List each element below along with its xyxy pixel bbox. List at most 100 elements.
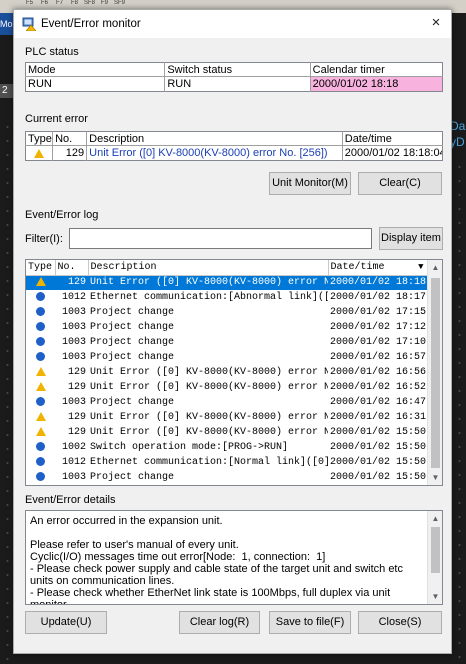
- warning-icon: [35, 381, 46, 391]
- log-row[interactable]: 1012 Ethernet communication:[Normal link]…: [26, 455, 428, 470]
- log-type-cell: [26, 425, 55, 440]
- unit-monitor-button[interactable]: Unit Monitor(M): [269, 172, 351, 195]
- scroll-up-icon[interactable]: ▲: [428, 511, 442, 526]
- filter-input[interactable]: [69, 228, 372, 249]
- log-row[interactable]: 129 Unit Error ([0] KV-8000(KV-8000) erro…: [26, 410, 428, 425]
- clear-button[interactable]: Clear(C): [358, 172, 442, 195]
- event-details-box[interactable]: An error occurred in the expansion unit.…: [25, 510, 443, 605]
- info-icon: [36, 336, 45, 346]
- column-header-switch-status: Switch status: [164, 62, 311, 77]
- fkey-label: F7: [55, 0, 63, 6]
- sort-descending-icon: ▼: [418, 262, 424, 272]
- details-vertical-scrollbar[interactable]: ▲ ▼: [427, 511, 442, 604]
- function-key-strip: F5 F6 F7 F8 SF8 F9 SF9: [22, 0, 127, 6]
- log-row[interactable]: 1012 Ethernet communication:[Abnormal lin…: [26, 290, 428, 305]
- type-cell: [25, 145, 54, 161]
- log-row[interactable]: 1003 Project change 2000/01/02 17:15: [26, 305, 428, 320]
- log-type-cell: [26, 365, 55, 380]
- log-row[interactable]: 129 Unit Error ([0] KV-8000(KV-8000) erro…: [26, 380, 428, 395]
- fkey-label: F6: [40, 0, 48, 6]
- dialog-title: Event/Error monitor: [41, 18, 141, 30]
- log-row[interactable]: 1002 Switch operation mode:[PROG->RUN] 200…: [26, 440, 428, 455]
- log-type-cell: [26, 470, 55, 485]
- current-error-label: Current error: [25, 113, 88, 125]
- event-log-label: Event/Error log: [25, 209, 99, 221]
- save-to-file-button[interactable]: Save to file(F): [269, 611, 351, 634]
- log-description: Unit Error ([0] KV-8000(KV-8000) error N: [90, 412, 328, 423]
- scroll-down-icon[interactable]: ▼: [428, 589, 442, 604]
- log-number: 1003: [61, 307, 86, 318]
- log-row[interactable]: 1003 Project change 2000/01/02 15:50: [26, 470, 428, 485]
- log-number: 1003: [61, 397, 86, 408]
- info-icon: [36, 471, 45, 481]
- log-number: 129: [67, 412, 86, 423]
- log-row[interactable]: 1003 Project change 2000/01/02 16:47: [26, 395, 428, 410]
- background-number: 2: [0, 84, 13, 98]
- fkey-label: SF9: [113, 0, 125, 6]
- log-number: 1003: [61, 472, 86, 483]
- log-column-header-datetime[interactable]: Date/time ▼: [328, 260, 428, 276]
- log-row[interactable]: 129 Unit Error ([0] KV-8000(KV-8000) erro…: [26, 365, 428, 380]
- current-error-row[interactable]: 129 Unit Error ([0] KV-8000(KV-8000) err…: [25, 145, 443, 161]
- log-column-header-type[interactable]: Type: [26, 260, 56, 276]
- error-number: 129: [52, 145, 88, 161]
- log-vertical-scrollbar[interactable]: ▲ ▼: [427, 260, 442, 485]
- log-row[interactable]: 129 Unit Error ([0] KV-8000(KV-8000) erro…: [26, 275, 428, 290]
- mode-value: RUN: [25, 76, 166, 92]
- update-button[interactable]: Update(U): [25, 611, 107, 634]
- log-type-cell: [26, 335, 55, 350]
- details-text: An error occurred in the expansion unit.…: [30, 515, 403, 605]
- info-icon: [36, 351, 45, 361]
- log-number: 129: [55, 275, 88, 290]
- log-type-cell: [26, 275, 55, 290]
- column-header-type: Type: [25, 131, 54, 146]
- log-description: Project change: [90, 397, 175, 408]
- log-row[interactable]: 1003 Project change 2000/01/02 17:10: [26, 335, 428, 350]
- log-row[interactable]: 1003 Project change 2000/01/02 16:57: [26, 350, 428, 365]
- log-type-cell: [26, 320, 55, 335]
- scroll-up-icon[interactable]: ▲: [428, 260, 442, 275]
- scroll-thumb[interactable]: [431, 278, 440, 468]
- info-icon: [36, 306, 45, 316]
- scroll-down-icon[interactable]: ▼: [428, 470, 442, 485]
- log-number: 1003: [61, 337, 86, 348]
- event-error-monitor-dialog: Event/Error monitor × PLC status Mode Sw…: [13, 9, 452, 654]
- log-type-cell: [26, 455, 55, 470]
- log-row[interactable]: 129 Unit Error ([0] KV-8000(KV-8000) erro…: [26, 425, 428, 440]
- log-datetime: 2000/01/02 18:17: [330, 292, 427, 303]
- close-button[interactable]: Close(S): [358, 611, 442, 634]
- log-datetime: 2000/01/02 15:50: [330, 427, 427, 438]
- warning-icon: [35, 366, 46, 376]
- log-datetime: 2000/01/02 18:18: [328, 275, 428, 290]
- column-header-datetime: Date/time: [342, 131, 443, 146]
- log-description: Project change: [90, 472, 175, 483]
- event-log-list[interactable]: Type No. Description Date/time ▼ 129 Unit …: [25, 259, 443, 486]
- log-row[interactable]: 1003 Project change 2000/01/02 17:12: [26, 320, 428, 335]
- plc-status-table: Mode Switch status Calendar timer RUN RU…: [25, 62, 443, 92]
- log-number: 129: [67, 427, 86, 438]
- log-column-header-no[interactable]: No.: [55, 260, 89, 276]
- log-type-cell: [26, 305, 55, 320]
- log-type-cell: [26, 410, 55, 425]
- log-description: Unit Error ([0] KV-8000(KV-8000) error N: [90, 427, 328, 438]
- log-column-header-description[interactable]: Description: [88, 260, 329, 276]
- log-number: 1012: [61, 457, 86, 468]
- log-description: Project change: [90, 352, 175, 363]
- title-bar[interactable]: Event/Error monitor ×: [14, 10, 451, 38]
- log-datetime: 2000/01/02 15:50: [330, 457, 427, 468]
- close-icon[interactable]: ×: [427, 14, 445, 32]
- log-datetime: 2000/01/02 17:15: [330, 307, 427, 318]
- warning-icon: [35, 411, 46, 421]
- info-icon: [36, 456, 45, 466]
- log-description: Ethernet communication:[Abnormal link]([: [90, 292, 328, 303]
- warning-icon: [35, 426, 46, 436]
- column-header-calendar-timer: Calendar timer: [310, 62, 443, 77]
- display-item-button[interactable]: Display item: [379, 227, 443, 250]
- log-description: Unit Error ([0] KV-8000(KV-8000) error N: [90, 367, 328, 378]
- log-datetime: 2000/01/02 16:31: [330, 412, 427, 423]
- log-type-cell: [26, 350, 55, 365]
- clear-log-button[interactable]: Clear log(R): [179, 611, 260, 634]
- scroll-thumb[interactable]: [431, 527, 440, 573]
- column-header-mode: Mode: [25, 62, 166, 77]
- info-icon: [36, 396, 45, 406]
